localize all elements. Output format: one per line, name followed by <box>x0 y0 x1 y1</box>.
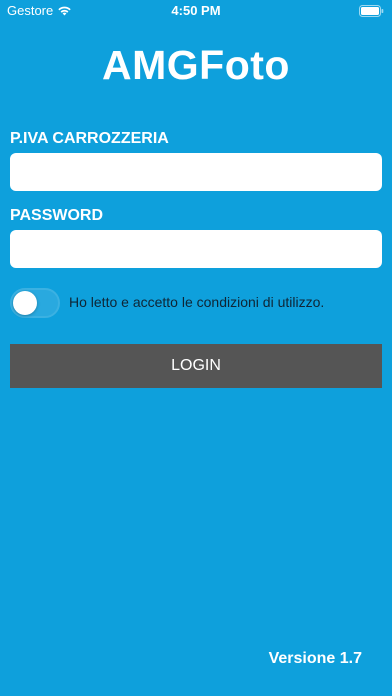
battery-icon <box>359 5 384 17</box>
password-label: PASSWORD <box>10 207 104 224</box>
login-button[interactable]: LOGIN <box>10 344 382 388</box>
login-screen: Gestore 4:50 PM AMGFoto P.IVA CARROZZERI… <box>0 0 392 696</box>
toggle-knob <box>13 291 37 315</box>
password-input[interactable] <box>10 230 382 268</box>
status-bar: Gestore 4:50 PM <box>0 0 392 22</box>
piva-label: P.IVA CARROZZERIA <box>10 130 169 147</box>
piva-input[interactable] <box>10 153 382 191</box>
status-time: 4:50 PM <box>171 3 221 18</box>
app-title: AMGFoto <box>102 42 290 88</box>
terms-toggle[interactable] <box>10 288 60 318</box>
version-label: Versione 1.7 <box>268 650 362 667</box>
terms-label: Ho letto e accetto le condizioni di util… <box>69 294 325 310</box>
